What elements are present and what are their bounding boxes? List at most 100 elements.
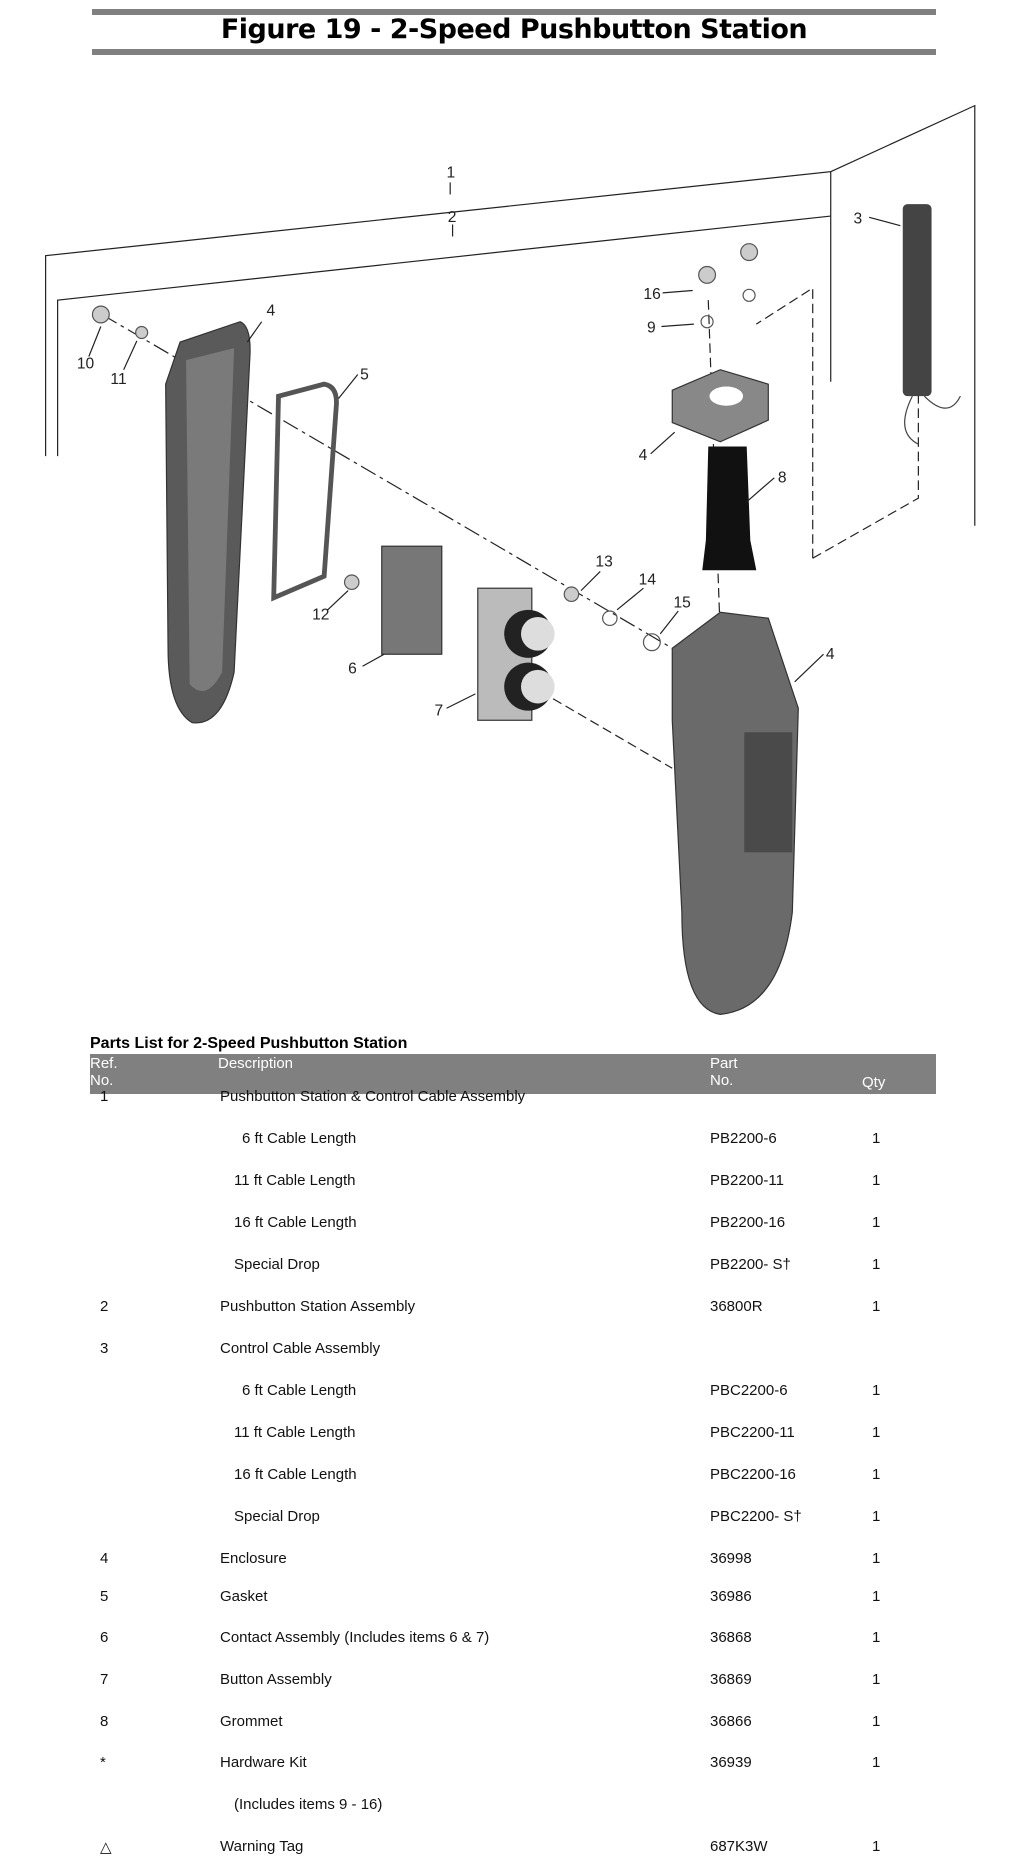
part-number-cell: 36866 bbox=[710, 1713, 752, 1730]
gasket bbox=[271, 381, 339, 602]
table-row: 6 Contact Assembly (Includes items 6 & 7)… bbox=[90, 1629, 936, 1649]
description-cell: Special Drop bbox=[234, 1508, 320, 1525]
callout-7: 7 bbox=[435, 702, 444, 719]
description-cell: Pushbutton Station & Control Cable Assem… bbox=[220, 1088, 526, 1105]
description-cell: Enclosure bbox=[220, 1550, 287, 1567]
table-row: 16 ft Cable Length PBC2200-16 1 bbox=[90, 1466, 936, 1486]
table-row: 3 Control Cable Assembly bbox=[90, 1340, 936, 1360]
parts-list-title: Parts List for 2-Speed Pushbutton Statio… bbox=[90, 1035, 408, 1052]
callout-4: 4 bbox=[267, 303, 276, 320]
callout-4: 4 bbox=[826, 646, 835, 663]
description-cell: 16 ft Cable Length bbox=[234, 1466, 357, 1483]
part-number-cell: 36869 bbox=[710, 1671, 752, 1688]
table-row: 7 Button Assembly 36869 1 bbox=[90, 1671, 936, 1691]
qty-cell: 1 bbox=[872, 1382, 881, 1399]
description-cell: (Includes items 9 - 16) bbox=[234, 1796, 383, 1813]
part-number-cell: 36800R bbox=[710, 1298, 763, 1315]
title-rule-bottom bbox=[92, 49, 936, 55]
part-number-cell: 36868 bbox=[710, 1629, 752, 1646]
table-row: * Hardware Kit 36939 1 bbox=[90, 1754, 936, 1774]
part-number-cell: PBC2200-6 bbox=[710, 1382, 788, 1399]
qty-cell: 1 bbox=[872, 1466, 881, 1483]
table-row: (Includes items 9 - 16) bbox=[90, 1796, 936, 1816]
description-cell: Button Assembly bbox=[220, 1671, 332, 1688]
qty-cell: 1 bbox=[872, 1588, 881, 1605]
ref-cell: 7 bbox=[100, 1671, 109, 1688]
part-number-cell: PB2200-6 bbox=[710, 1130, 777, 1147]
table-row: 11 ft Cable Length PB2200-11 1 bbox=[90, 1172, 936, 1192]
callout-14: 14 bbox=[639, 572, 657, 589]
description-cell: Contact Assembly (Includes items 6 & 7) bbox=[220, 1629, 490, 1646]
part-number-cell: PBC2200-16 bbox=[710, 1466, 796, 1483]
qty-cell: 1 bbox=[872, 1838, 881, 1855]
table-row: △ Warning Tag 687K3W 1 bbox=[90, 1838, 936, 1858]
qty-cell: 1 bbox=[872, 1130, 881, 1147]
part-number-cell: 36986 bbox=[710, 1588, 752, 1605]
callout-15: 15 bbox=[673, 594, 691, 611]
ref-cell: 6 bbox=[100, 1629, 109, 1646]
callout-10: 10 bbox=[77, 356, 95, 373]
figure-title: Figure 19 - 2-Speed Pushbutton Station bbox=[220, 14, 808, 45]
header-ref-no: No. bbox=[90, 1072, 114, 1089]
qty-cell: 1 bbox=[872, 1671, 881, 1688]
description-cell: Special Drop bbox=[234, 1256, 320, 1273]
control-cable bbox=[902, 204, 932, 397]
description-cell: Gasket bbox=[220, 1588, 268, 1605]
callout-11: 11 bbox=[110, 371, 126, 388]
qty-cell: 1 bbox=[872, 1713, 881, 1730]
exploded-parts-diagram: 1 2 3 4 4 4 5 6 7 8 9 10 11 12 13 14 15 … bbox=[45, 104, 976, 1015]
ref-cell: 8 bbox=[100, 1713, 109, 1730]
qty-cell: 1 bbox=[872, 1508, 881, 1525]
description-cell: 11 ft Cable Length bbox=[234, 1172, 356, 1189]
table-row: 11 ft Cable Length PBC2200-11 1 bbox=[90, 1424, 936, 1444]
callout-4: 4 bbox=[639, 447, 648, 464]
description-cell: Hardware Kit bbox=[220, 1754, 307, 1771]
part-number-cell: PB2200-16 bbox=[710, 1214, 786, 1231]
table-row: 1 Pushbutton Station & Control Cable Asse… bbox=[90, 1088, 936, 1108]
table-row: 16 ft Cable Length PB2200-16 1 bbox=[90, 1214, 936, 1234]
description-cell: 6 ft Cable Length bbox=[242, 1130, 357, 1147]
enclosure-cap bbox=[671, 369, 769, 443]
description-cell: Control Cable Assembly bbox=[220, 1340, 381, 1357]
ref-cell: 1 bbox=[100, 1088, 109, 1105]
description-cell: Pushbutton Station Assembly bbox=[220, 1298, 416, 1315]
qty-cell: 1 bbox=[872, 1298, 881, 1315]
description-cell: 6 ft Cable Length bbox=[242, 1382, 357, 1399]
ref-cell: 4 bbox=[100, 1550, 109, 1567]
ref-cell: 5 bbox=[100, 1588, 109, 1605]
part-number-cell: PB2200-11 bbox=[710, 1172, 784, 1189]
ref-cell: △ bbox=[100, 1839, 112, 1856]
qty-cell: 1 bbox=[872, 1629, 881, 1646]
qty-cell: 1 bbox=[872, 1424, 881, 1441]
ref-cell: * bbox=[100, 1754, 106, 1771]
callout-3: 3 bbox=[854, 210, 863, 227]
table-row: Special Drop PB2200- S† 1 bbox=[90, 1256, 936, 1276]
table-row: 4 Enclosure 36998 1 bbox=[90, 1550, 936, 1570]
description-cell: Warning Tag bbox=[220, 1838, 304, 1855]
grommet bbox=[702, 446, 757, 571]
table-row: 5 Gasket 36986 1 bbox=[90, 1588, 936, 1608]
header-description: Description bbox=[218, 1055, 294, 1072]
header-part: Part bbox=[710, 1055, 738, 1072]
part-number-cell: PBC2200-11 bbox=[710, 1424, 795, 1441]
qty-cell: 1 bbox=[872, 1172, 881, 1189]
part-number-cell: PB2200- S† bbox=[710, 1256, 791, 1273]
header-part-no: No. bbox=[710, 1072, 734, 1089]
description-cell: 16 ft Cable Length bbox=[234, 1214, 357, 1231]
callout-2: 2 bbox=[448, 209, 457, 226]
table-row: 6 ft Cable Length PBC2200-6 1 bbox=[90, 1382, 936, 1402]
callout-1: 1 bbox=[447, 165, 456, 182]
contact-assembly bbox=[381, 545, 443, 655]
table-row: 2 Pushbutton Station Assembly 36800R 1 bbox=[90, 1298, 936, 1318]
callout-13: 13 bbox=[595, 554, 612, 571]
part-number-cell: 36998 bbox=[710, 1550, 752, 1567]
callout-9: 9 bbox=[647, 320, 656, 337]
part-number-cell: 687K3W bbox=[710, 1838, 768, 1855]
callout-6: 6 bbox=[348, 660, 357, 677]
callout-16: 16 bbox=[643, 286, 660, 303]
ref-cell: 2 bbox=[100, 1298, 109, 1315]
part-number-cell: 36939 bbox=[710, 1754, 752, 1771]
qty-cell: 1 bbox=[872, 1256, 881, 1273]
qty-cell: 1 bbox=[872, 1754, 881, 1771]
callout-12: 12 bbox=[312, 606, 329, 623]
